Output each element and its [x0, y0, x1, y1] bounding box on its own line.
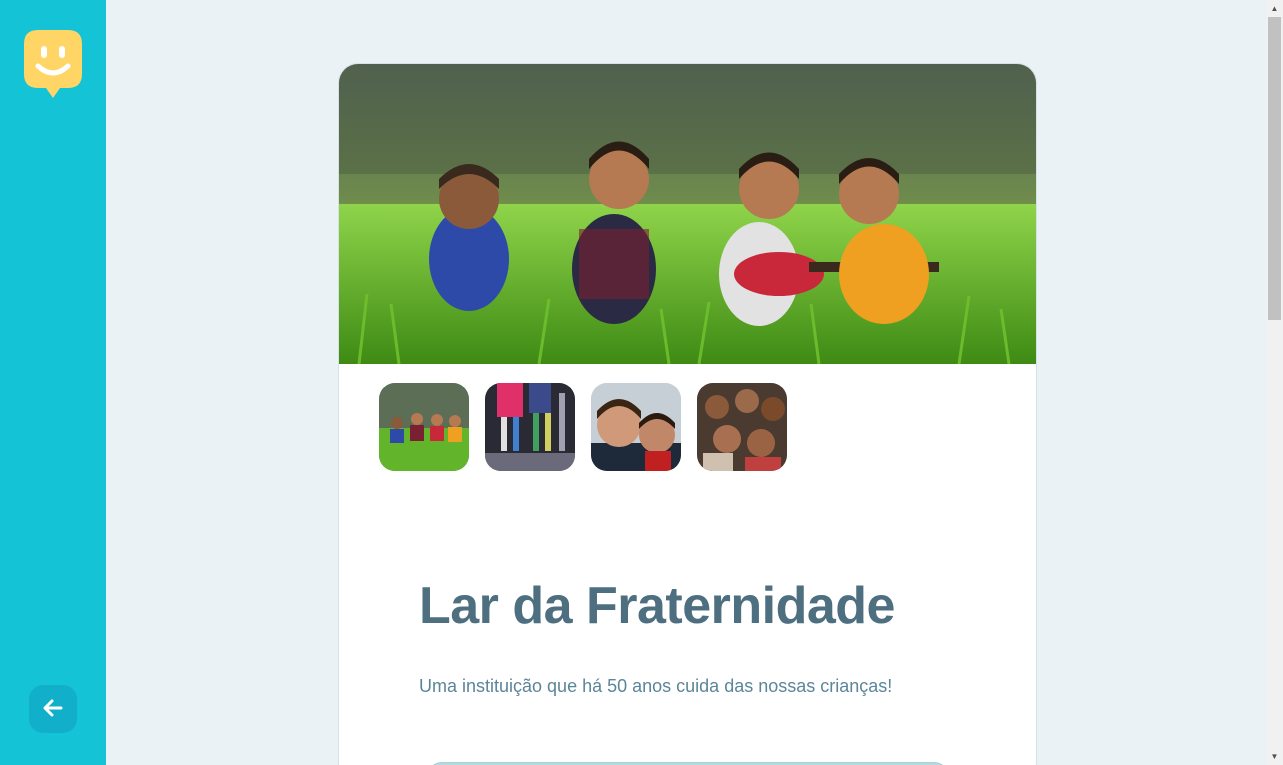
orphanage-title: Lar da Fraternidade	[419, 577, 895, 635]
happy-face-logo	[24, 30, 82, 98]
image-gallery	[379, 383, 787, 471]
back-button[interactable]	[29, 685, 77, 733]
gallery-thumbnail-1[interactable]	[379, 383, 469, 471]
scroll-down-arrow-icon[interactable]: ▼	[1266, 748, 1283, 765]
sidebar	[0, 0, 106, 765]
orphanage-description: Uma instituição que há 50 anos cuida das…	[419, 676, 893, 696]
arrow-left-icon	[43, 699, 63, 720]
scrollbar-thumb[interactable]	[1268, 17, 1281, 320]
gallery-thumbnail-4[interactable]	[697, 383, 787, 471]
gallery-thumbnail-2[interactable]	[485, 383, 575, 471]
scroll-up-arrow-icon[interactable]: ▲	[1266, 0, 1283, 17]
hero-image	[339, 64, 1036, 364]
vertical-scrollbar[interactable]: ▲ ▼	[1266, 0, 1283, 765]
orphanage-details-card: Lar da Fraternidade Uma instituição que …	[338, 63, 1037, 765]
gallery-thumbnail-3[interactable]	[591, 383, 681, 471]
